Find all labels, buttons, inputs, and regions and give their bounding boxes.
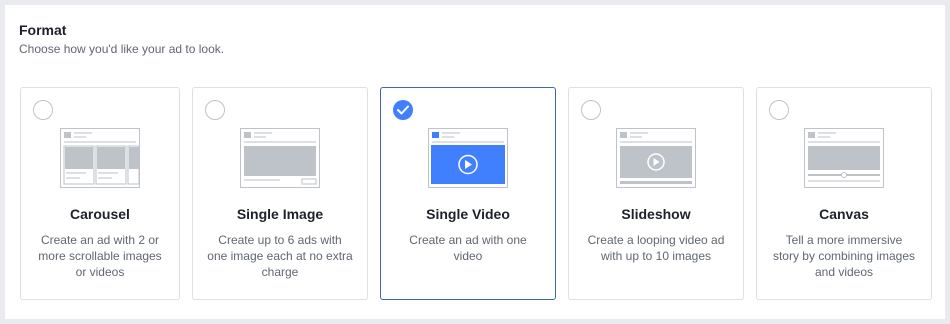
card-title-slideshow: Slideshow [621, 206, 691, 222]
carousel-preview-icon [60, 128, 140, 193]
card-desc-single-image: Create up to 6 ads with one image each a… [207, 233, 353, 279]
format-option-canvas[interactable]: Canvas Tell a more immersive story by co… [756, 87, 932, 300]
card-title-carousel: Carousel [70, 206, 130, 222]
single-image-preview-icon [240, 128, 320, 193]
format-option-slideshow[interactable]: Slideshow Create a looping video ad with… [568, 87, 744, 300]
card-desc-single-video: Create an ad with one video [409, 233, 527, 263]
radio-single-video[interactable] [393, 100, 413, 120]
radio-single-image[interactable] [205, 100, 225, 120]
card-desc-carousel: Create an ad with 2 or more scrollable i… [38, 233, 162, 279]
card-title-canvas: Canvas [819, 206, 869, 222]
canvas-preview-icon [804, 128, 884, 193]
card-title-single-video: Single Video [426, 206, 510, 222]
format-option-single-image[interactable]: Single Image Create up to 6 ads with one… [192, 87, 368, 300]
card-title-single-image: Single Image [236, 206, 324, 222]
radio-slideshow[interactable] [581, 100, 601, 120]
format-option-single-video[interactable]: Single Video Create an ad with one video [380, 87, 556, 300]
single-video-preview-icon [428, 128, 508, 193]
format-panel: Format Choose how you'd like your ad to … [5, 5, 945, 319]
radio-canvas[interactable] [769, 100, 789, 120]
format-title: Format [19, 22, 67, 38]
card-desc-canvas: Tell a more immersive story by combining… [772, 233, 916, 279]
slideshow-preview-icon [616, 128, 696, 193]
radio-carousel[interactable] [33, 100, 53, 120]
format-subtitle: Choose how you'd like your ad to look. [19, 42, 225, 56]
checkmark-icon [397, 105, 409, 115]
card-desc-slideshow: Create a looping video ad with up to 10 … [587, 233, 725, 263]
format-option-carousel[interactable]: Carousel Create an ad with 2 or more scr… [20, 87, 180, 300]
